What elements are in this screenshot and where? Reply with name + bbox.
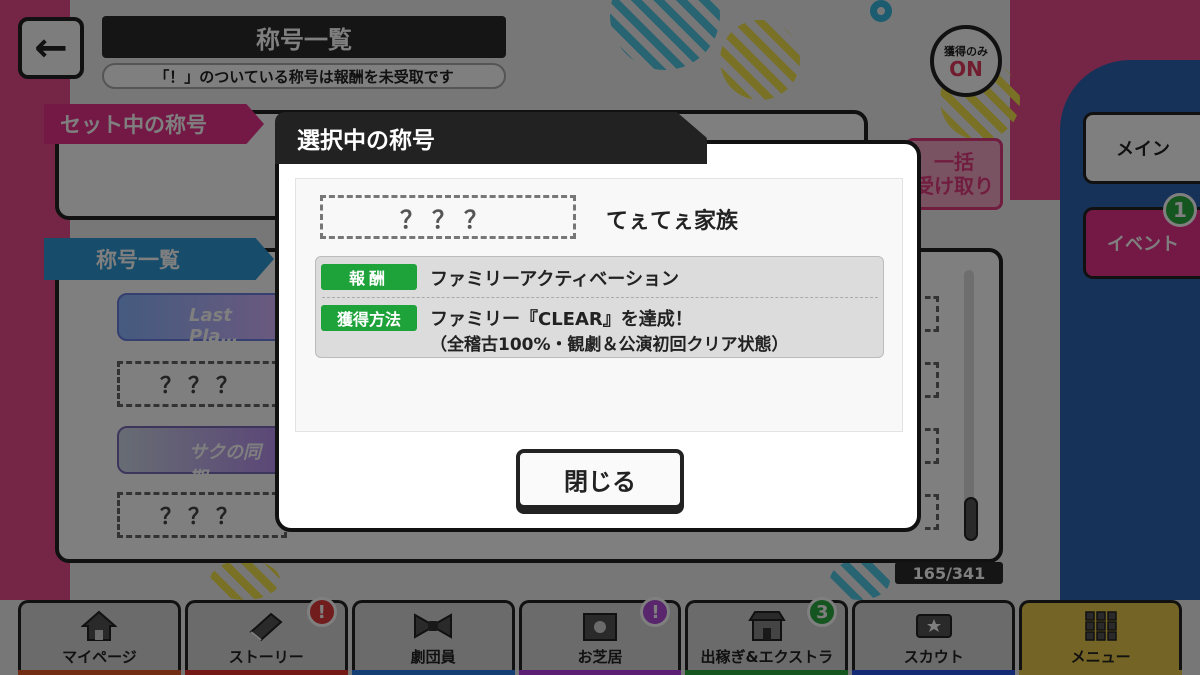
method-text: ファミリー『CLEAR』を達成！ — [430, 309, 693, 330]
modal-title: 選択中の称号 — [275, 112, 707, 164]
method-detail-text: （全稽古100%・観劇＆公演初回クリア状態） — [430, 335, 789, 355]
method-tag: 獲得方法 — [321, 305, 417, 331]
title-name: てぇてぇ家族 — [606, 209, 739, 234]
reward-tag: 報酬 — [321, 264, 417, 290]
info-divider — [322, 297, 878, 298]
close-button[interactable]: 閉じる — [516, 449, 684, 509]
title-preview-placeholder: ？？？ — [320, 195, 576, 239]
reward-text: ファミリーアクティベーション — [430, 269, 679, 290]
